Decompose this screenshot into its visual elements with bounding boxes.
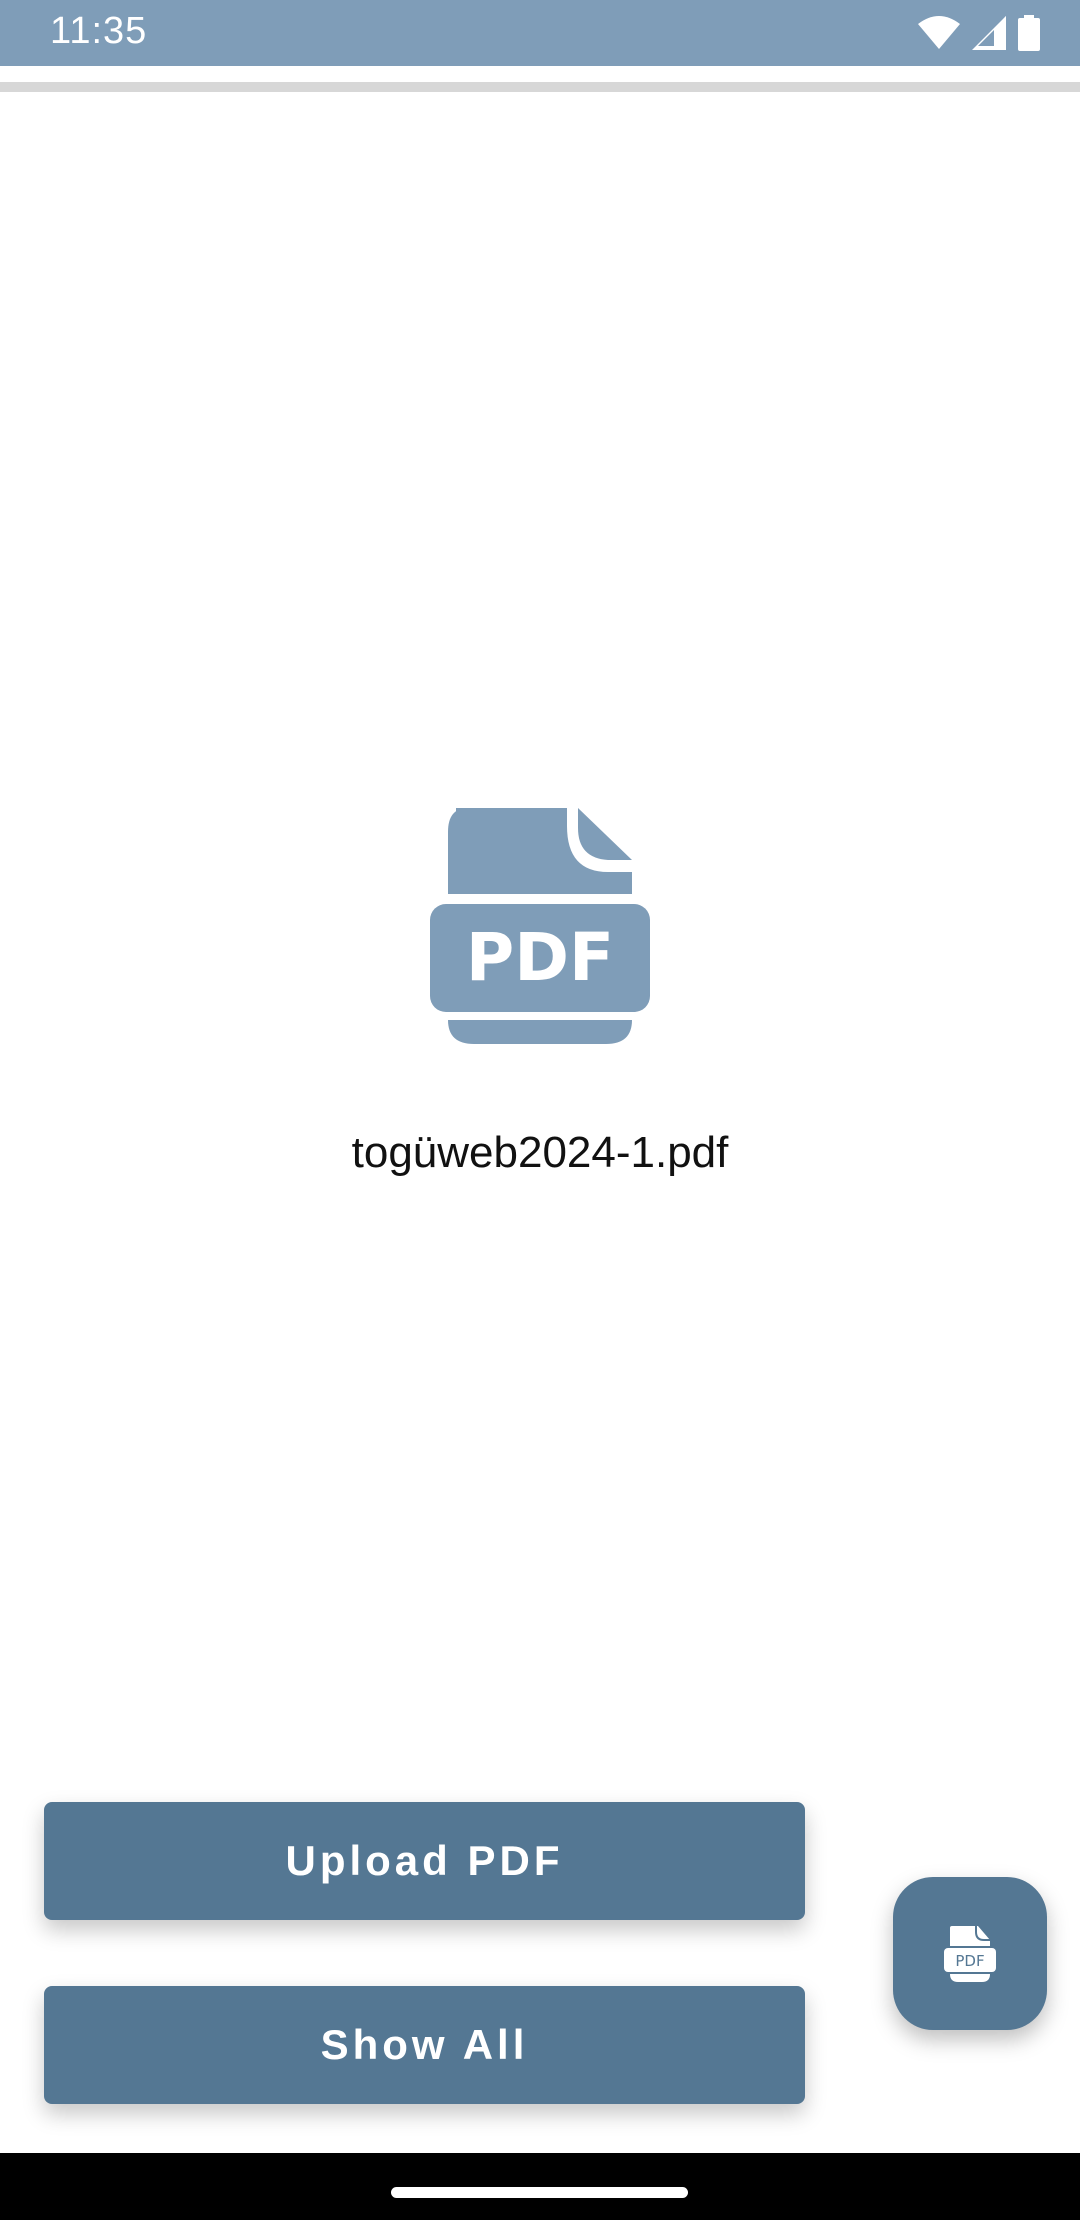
pdf-file-icon-label: PDF [466,919,614,996]
pdf-fab-icon-label: PDF [955,1952,984,1970]
pdf-file-icon: PDF [430,802,650,1044]
pdf-fab-button[interactable]: PDF [893,1877,1047,2030]
battery-icon [1018,15,1040,51]
file-name: togüweb2024-1.pdf [351,1128,729,1177]
wifi-icon [918,16,960,49]
status-bar: 11:35 [0,0,1080,66]
upload-pdf-button[interactable]: Upload PDF [44,1802,805,1920]
home-gesture-bar[interactable] [391,2187,688,2198]
pdf-icon: PDF [944,1925,996,1982]
status-icons [918,14,1040,52]
show-all-button[interactable]: Show All [44,1986,805,2104]
signal-icon [972,16,1006,50]
status-time: 11:35 [50,10,148,52]
top-divider [0,82,1080,92]
